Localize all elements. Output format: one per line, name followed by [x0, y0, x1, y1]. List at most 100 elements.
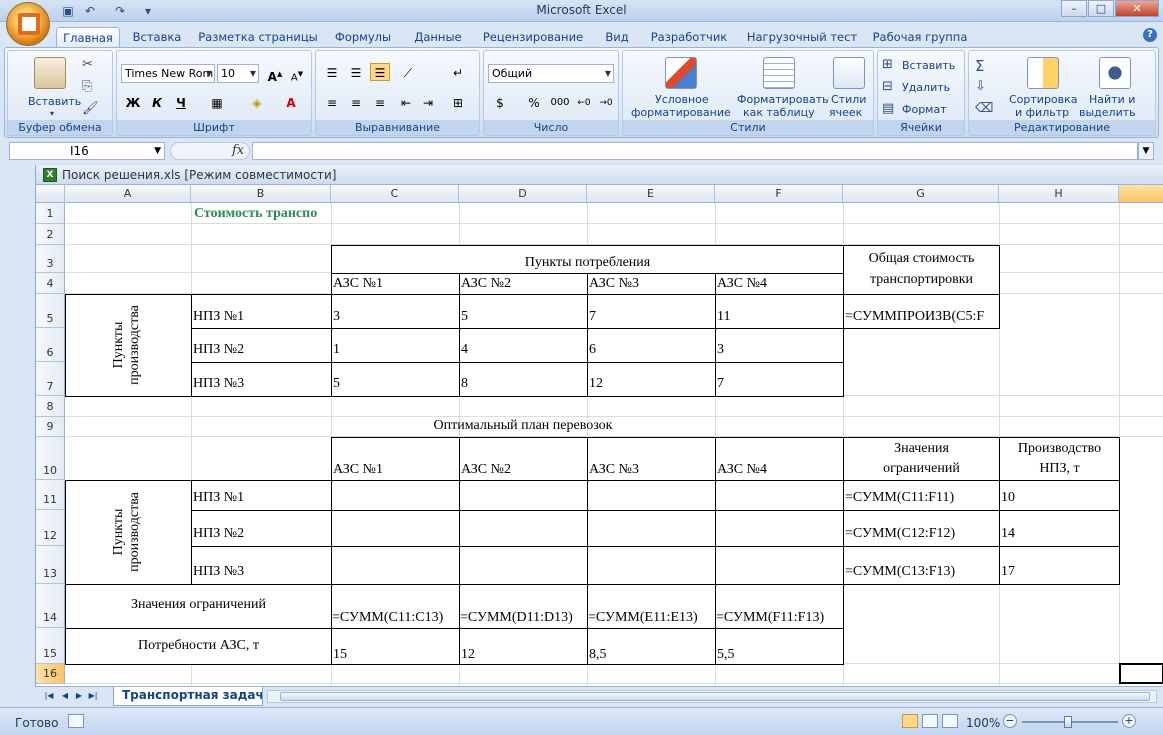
clear-icon[interactable]: ⌫ — [975, 101, 993, 116]
plan-cell[interactable] — [587, 480, 716, 511]
copy-icon[interactable]: ⎘ — [82, 79, 92, 94]
zoom-out-icon[interactable]: − — [1003, 714, 1017, 728]
col-header-h[interactable]: H — [999, 185, 1119, 203]
plan-cell[interactable] — [331, 546, 460, 585]
office-button[interactable] — [6, 2, 50, 46]
conditional-label-2[interactable]: форматирование — [631, 106, 731, 119]
plan-cell[interactable] — [459, 510, 588, 547]
decrease-indent-icon[interactable]: ⇤ — [396, 93, 416, 111]
scrollbar-thumb[interactable] — [280, 692, 1150, 701]
plan-cell[interactable] — [715, 480, 844, 511]
demand-cell[interactable] — [331, 628, 460, 665]
minimize-button[interactable]: – — [1061, 0, 1087, 17]
zoom-in-icon[interactable]: + — [1122, 714, 1136, 728]
find-select-icon[interactable] — [1099, 57, 1131, 89]
conditional-formatting-icon[interactable] — [665, 57, 697, 89]
align-left-icon[interactable]: ≡ — [322, 93, 342, 111]
row-header-8[interactable]: 8 — [36, 396, 65, 417]
cell-styles-icon[interactable] — [833, 57, 865, 89]
delete-cells-icon[interactable]: ⊟ — [882, 79, 893, 94]
insert-cells-icon[interactable]: ⊞ — [882, 57, 893, 72]
sort-filter-icon[interactable] — [1027, 57, 1059, 89]
plan-cell[interactable] — [715, 546, 844, 585]
chevron-down-icon[interactable]: ▼ — [154, 143, 161, 159]
col-header-a[interactable]: A — [65, 185, 191, 203]
tab-data[interactable]: Данные — [408, 27, 468, 47]
cost-cell[interactable] — [331, 294, 460, 329]
page-break-view-icon[interactable] — [942, 714, 958, 728]
cost-cell[interactable] — [587, 328, 716, 363]
row-header-16[interactable]: 16 — [36, 664, 65, 684]
plan-cell[interactable] — [715, 510, 844, 547]
find-label-2[interactable]: выделить — [1079, 106, 1136, 119]
plan-cell[interactable] — [587, 546, 716, 585]
format-cells-icon[interactable]: ▤ — [882, 101, 894, 116]
align-bottom-icon[interactable]: ☰ — [370, 63, 390, 81]
undo-icon[interactable]: ↶ — [82, 3, 98, 19]
production-cell[interactable] — [999, 480, 1120, 511]
demand-cell[interactable] — [459, 628, 588, 665]
number-format-combo[interactable]: Общий ▼ — [488, 64, 614, 83]
italic-button[interactable]: К — [147, 93, 167, 111]
tab-developer[interactable]: Разработчик — [646, 27, 732, 47]
help-icon[interactable]: ? — [1143, 28, 1157, 42]
production-cell[interactable] — [999, 510, 1120, 547]
row-header-2[interactable]: 2 — [36, 224, 65, 245]
font-color-icon[interactable]: A — [281, 93, 301, 111]
plan-cell[interactable] — [587, 510, 716, 547]
tab-formulas[interactable]: Формулы — [330, 27, 396, 47]
align-right-icon[interactable]: ≡ — [370, 93, 390, 111]
formula-input[interactable] — [252, 142, 1138, 160]
increase-decimal-icon[interactable]: ←0 — [574, 93, 594, 111]
format-painter-icon[interactable]: 🖌 — [82, 101, 99, 116]
format-as-table-icon[interactable] — [763, 57, 795, 89]
align-top-icon[interactable]: ☰ — [322, 63, 342, 81]
sort-label-2[interactable]: и фильтр — [1015, 106, 1069, 119]
row-header-9[interactable]: 9 — [36, 417, 65, 437]
percent-button[interactable]: % — [524, 93, 544, 111]
cost-cell[interactable] — [331, 328, 460, 363]
tab-insert[interactable]: Вставка — [128, 27, 186, 47]
row-header-4[interactable]: 4 — [36, 273, 65, 294]
align-middle-icon[interactable]: ☰ — [346, 63, 366, 81]
decrease-decimal-icon[interactable]: →0 — [596, 93, 616, 111]
grow-font-icon[interactable]: A▲ — [265, 64, 285, 84]
borders-icon[interactable]: ▦ — [207, 93, 227, 111]
row-header-5[interactable]: 5 — [36, 294, 65, 328]
plan-cell[interactable] — [459, 480, 588, 511]
cost-cell[interactable] — [459, 294, 588, 329]
cost-cell[interactable] — [331, 362, 460, 397]
row-header-3[interactable]: 3 — [36, 245, 65, 273]
autosum-icon[interactable]: Σ — [975, 57, 984, 75]
merge-center-icon[interactable]: ⊞ — [448, 93, 468, 111]
macro-record-icon[interactable] — [68, 714, 84, 728]
zoom-slider-thumb[interactable] — [1064, 716, 1072, 728]
save-icon[interactable]: ▣ — [60, 3, 76, 19]
normal-view-icon[interactable] — [902, 714, 918, 728]
selected-cell-i16[interactable] — [1119, 663, 1163, 684]
last-sheet-icon[interactable]: ▶| — [87, 690, 99, 702]
col-header-i[interactable] — [1119, 185, 1163, 203]
col-header-c[interactable]: C — [331, 185, 459, 203]
orientation-icon[interactable]: ⟋ — [398, 63, 418, 81]
tab-team[interactable]: Рабочая группа — [870, 27, 970, 47]
prev-sheet-icon[interactable]: ◀ — [59, 690, 71, 702]
maximize-button[interactable]: □ — [1088, 0, 1114, 17]
worksheet-grid[interactable]: A B C D E F G H 1 2 3 4 5 6 7 8 9 10 11 … — [36, 185, 1163, 688]
plan-cell[interactable] — [331, 510, 460, 547]
cell-styles-label[interactable]: Стили — [831, 93, 866, 106]
plan-cell[interactable] — [331, 480, 460, 511]
next-sheet-icon[interactable]: ▶ — [73, 690, 85, 702]
cut-icon[interactable]: ✂ — [82, 57, 93, 72]
select-all-corner[interactable] — [36, 185, 65, 203]
format-cells-label[interactable]: Формат — [902, 103, 947, 116]
cost-cell[interactable] — [459, 328, 588, 363]
col-header-e[interactable]: E — [587, 185, 715, 203]
close-button[interactable]: ✕ — [1115, 0, 1159, 17]
col-header-b[interactable]: B — [191, 185, 331, 203]
row-header-1[interactable]: 1 — [36, 203, 65, 224]
col-header-g[interactable]: G — [843, 185, 999, 203]
first-sheet-icon[interactable]: |◀ — [43, 690, 55, 702]
col-header-d[interactable]: D — [459, 185, 587, 203]
font-name-combo[interactable]: Times New Rom ▼ — [121, 64, 215, 83]
